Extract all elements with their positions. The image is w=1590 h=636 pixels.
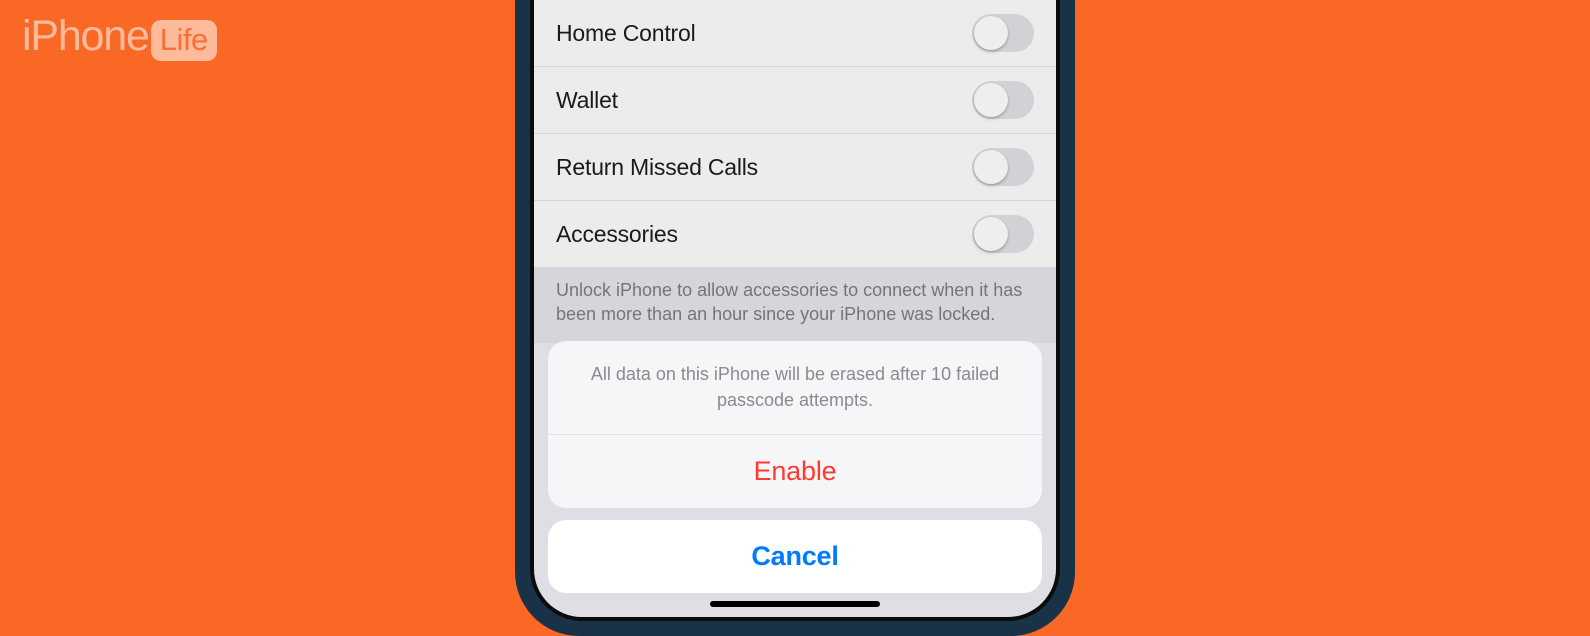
watermark-tag: Life: [160, 22, 208, 57]
cancel-button[interactable]: Cancel: [548, 520, 1042, 593]
action-sheet-card: All data on this iPhone will be erased a…: [548, 341, 1042, 508]
action-sheet-message: All data on this iPhone will be erased a…: [548, 341, 1042, 435]
iphonelife-watermark: iPhone Life: [22, 12, 217, 61]
toggle-home-control[interactable]: [972, 14, 1034, 52]
action-sheet: All data on this iPhone will be erased a…: [534, 341, 1056, 617]
row-wallet[interactable]: Wallet: [534, 67, 1056, 134]
home-indicator[interactable]: [710, 601, 880, 607]
row-label: Home Control: [556, 20, 696, 47]
row-label: Return Missed Calls: [556, 154, 758, 181]
settings-footer-note: Unlock iPhone to allow accessories to co…: [534, 267, 1056, 343]
toggle-accessories[interactable]: [972, 215, 1034, 253]
settings-list: Home Control Wallet Return Missed Calls …: [534, 0, 1056, 267]
toggle-return-missed-calls[interactable]: [972, 148, 1034, 186]
screen: Home Control Wallet Return Missed Calls …: [534, 0, 1056, 617]
watermark-tag-bg: Life: [151, 20, 217, 61]
phone-frame: Home Control Wallet Return Missed Calls …: [515, 0, 1075, 636]
enable-button[interactable]: Enable: [548, 435, 1042, 508]
row-label: Accessories: [556, 221, 678, 248]
row-home-control[interactable]: Home Control: [534, 0, 1056, 67]
row-label: Wallet: [556, 87, 618, 114]
watermark-brand: iPhone: [22, 12, 149, 61]
row-return-missed-calls[interactable]: Return Missed Calls: [534, 134, 1056, 201]
toggle-wallet[interactable]: [972, 81, 1034, 119]
row-accessories[interactable]: Accessories: [534, 201, 1056, 267]
phone-frame-inner: Home Control Wallet Return Missed Calls …: [530, 0, 1060, 621]
